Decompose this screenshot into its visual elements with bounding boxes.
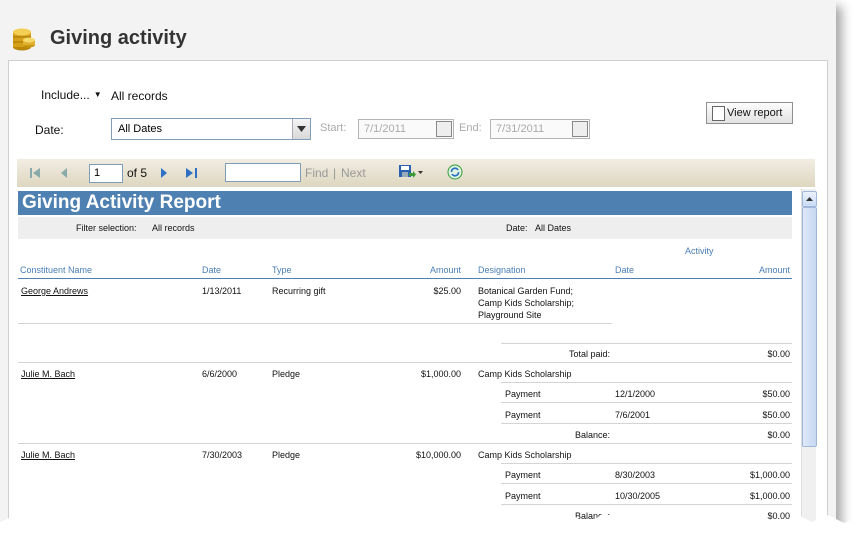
view-report-label: View report [727,107,783,119]
activity-date: 7/6/2001 [615,410,651,420]
col-date: Date [202,265,222,275]
include-menu[interactable]: Include... ▼ [41,88,102,102]
gift-type: Recurring gift [272,286,326,296]
include-label: Include... [41,88,90,102]
row-divider [501,343,792,344]
header-divider [18,278,792,279]
torn-edge [0,512,856,554]
activity-date: 12/1/2000 [615,389,656,399]
designation: Camp Kids Scholarship [478,450,572,460]
gift-type: Pledge [272,369,301,379]
designation: Camp Kids Scholarship; [478,298,575,308]
coins-icon [13,28,35,51]
scroll-thumb[interactable] [802,207,817,447]
previous-page-icon[interactable] [59,167,69,179]
row-divider [18,323,612,324]
gift-amount: $1,000.00 [420,369,461,379]
col-type: Type [272,265,292,275]
report-toolbar: 1 of 5 Find | Next [17,159,815,187]
row-divider [501,463,792,464]
filter-date-value: All Dates [535,223,572,233]
export-icon[interactable] [398,164,424,180]
row-divider [501,402,792,403]
date-select-value: All Dates [118,123,163,135]
filter-summary: Filter selection: All records Date: All … [18,217,792,239]
calendar-icon[interactable] [436,121,452,137]
filter-selection-value: All records [152,223,195,233]
date-select[interactable]: All Dates [111,118,311,140]
activity-header: Activity [685,246,714,256]
activity-type: Payment [505,389,541,399]
refresh-icon[interactable] [447,164,463,180]
title-bar: Giving activity [0,0,836,62]
col-constituent-name: Constituent Name [20,265,93,275]
find-input[interactable] [225,163,301,182]
row-divider [18,443,792,444]
activity-date: 8/30/2003 [615,470,656,480]
dropdown-caret-icon: ▼ [93,90,102,99]
col-activity-date: Date [615,265,635,275]
gift-amount: $25.00 [433,286,461,296]
gift-date: 6/6/2000 [202,369,238,379]
row-divider [18,362,792,363]
summary-value: $0.00 [767,349,790,359]
start-date-value: 7/1/2011 [364,123,407,135]
report-title: Giving Activity Report [22,192,221,213]
constituent-link[interactable]: Julie M. Bach [21,369,75,379]
report-scrollbar[interactable] [801,189,817,535]
activity-type: Payment [505,410,541,420]
toolbar-separator: | [333,166,337,180]
include-value: All records [111,89,168,103]
constituent-link[interactable]: George Andrews [21,286,88,296]
scroll-up-icon[interactable] [802,191,817,207]
end-date-input[interactable]: 7/31/2011 [490,119,590,139]
gift-amount: $10,000.00 [415,450,461,460]
report-title-bar: Giving Activity Report [18,191,792,215]
row-divider [501,382,792,383]
find-link[interactable]: Find [305,166,328,180]
activity-amount: $1,000.00 [749,470,790,480]
col-activity-amount: Amount [758,265,790,275]
summary-label: Total paid: [568,349,610,359]
page-count: of 5 [127,166,148,180]
start-label: Start: [320,122,347,134]
end-label: End: [459,122,482,134]
calendar-icon[interactable] [572,121,588,137]
end-date-value: 7/31/2011 [496,123,545,135]
page-title: Giving activity [50,27,187,49]
report-viewer: Giving Activity Report Filter selection:… [17,189,801,535]
last-page-icon[interactable] [185,167,199,179]
activity-amount: $50.00 [762,389,790,399]
designation: Playground Site [478,310,542,320]
col-designation: Designation [478,265,526,275]
activity-type: Payment [505,470,541,480]
view-report-button[interactable]: View report [706,102,793,124]
start-date-input[interactable]: 7/1/2011 [358,119,454,139]
next-link[interactable]: Next [341,166,366,180]
report-icon [712,106,725,121]
window-frame: Giving activity Include... ▼ All records … [0,0,836,536]
first-page-icon[interactable] [29,167,41,179]
next-page-icon[interactable] [159,167,169,179]
constituent-link[interactable]: Julie M. Bach [21,450,75,460]
gift-date: 7/30/2003 [202,450,243,460]
col-amount: Amount [429,265,461,275]
gift-type: Pledge [272,450,301,460]
page-number-value: 1 [94,167,101,179]
filter-selection-label: Filter selection: [76,223,137,233]
chevron-down-icon[interactable] [292,119,310,139]
filter-panel: Include... ▼ All records Date: All Dates … [8,60,828,536]
row-divider [501,483,792,484]
page-number-input[interactable]: 1 [89,164,123,183]
designation: Camp Kids Scholarship [478,369,572,379]
activity-amount: $50.00 [762,410,790,420]
summary-label: Balance: [574,430,610,440]
summary-value: $0.00 [767,430,790,440]
gift-date: 1/13/2011 [202,286,242,296]
filter-date-label: Date: [506,223,528,233]
date-label: Date: [35,123,64,137]
row-divider [501,423,792,424]
designation: Botanical Garden Fund; [478,286,574,296]
